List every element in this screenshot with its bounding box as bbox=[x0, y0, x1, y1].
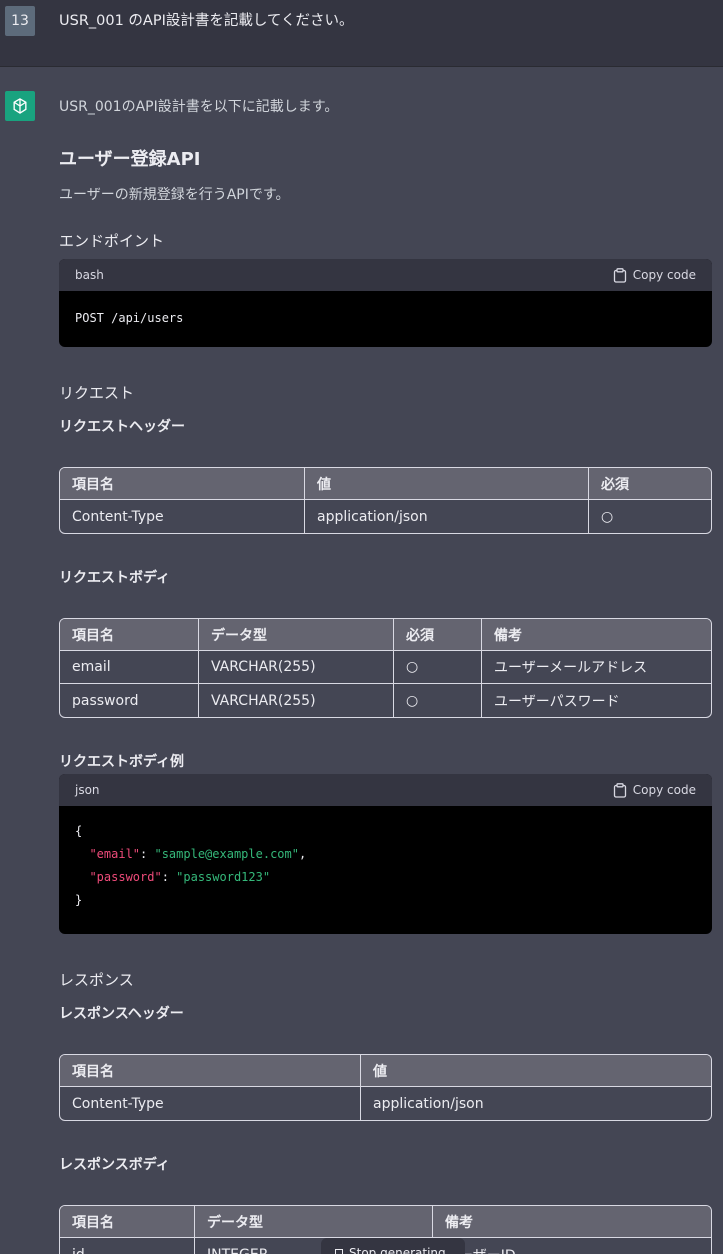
request-headers-heading: リクエストヘッダー bbox=[59, 419, 185, 435]
user-message-text: USR_001 のAPI設計書を記載してください。 bbox=[59, 13, 354, 29]
table-cell: VARCHAR(255) bbox=[199, 651, 394, 684]
stop-generating-label: Stop generating bbox=[349, 1246, 446, 1254]
copy-code-button[interactable]: Copy code bbox=[613, 782, 696, 798]
table-header-row: 項目名 データ型 必須 備考 bbox=[60, 619, 711, 651]
endpoint-heading: エンドポイント bbox=[59, 232, 165, 250]
table-cell: application/json bbox=[373, 1095, 484, 1112]
response-heading: レスポンス bbox=[59, 971, 134, 989]
response-intro: USR_001のAPI設計書を以下に記載します。 bbox=[59, 99, 339, 115]
table-header-cell: 値 bbox=[305, 468, 589, 500]
user-avatar: 13 bbox=[5, 6, 35, 36]
endpoint-code-block: bash Copy code POST /api/users bbox=[59, 259, 712, 347]
table-header-cell: 項目名 bbox=[60, 619, 199, 651]
table-header-cell: 項目名 bbox=[60, 468, 305, 500]
json-key: "password" bbox=[89, 870, 162, 884]
table-cell: password bbox=[60, 684, 199, 717]
clipboard-icon bbox=[613, 782, 626, 798]
table-row: Content-Type application/json bbox=[60, 1087, 711, 1120]
json-key: "email" bbox=[89, 847, 141, 861]
copy-code-label: Copy code bbox=[632, 268, 696, 282]
table-cell: application/json bbox=[305, 500, 589, 533]
request-body-example-heading: リクエストボディ例 bbox=[59, 754, 185, 770]
table-header-row: 項目名 値 bbox=[60, 1055, 711, 1087]
table-header-cell: 備考 bbox=[433, 1206, 711, 1238]
table-header-cell: 必須 bbox=[394, 619, 482, 651]
code-block-header: bash Copy code bbox=[59, 259, 712, 291]
api-title: ユーザー登録API bbox=[59, 149, 201, 170]
stop-icon bbox=[335, 1249, 343, 1254]
table-cell: id bbox=[60, 1238, 195, 1254]
response-headers-table: 項目名 値 Content-Type application/json bbox=[59, 1054, 712, 1121]
code-language-label: json bbox=[75, 783, 100, 797]
table-row: Content-Type application/json ○ bbox=[60, 500, 711, 533]
request-body-heading: リクエストボディ bbox=[59, 570, 171, 586]
table-cell: ユーザーメールアドレス bbox=[482, 651, 711, 684]
copy-code-button[interactable]: Copy code bbox=[613, 267, 696, 283]
response-headers-heading: レスポンスヘッダー bbox=[59, 1006, 184, 1022]
api-description: ユーザーの新規登録を行うAPIです。 bbox=[59, 187, 290, 203]
table-cell: ユーザーID bbox=[433, 1238, 711, 1254]
table-cell: email bbox=[60, 651, 199, 684]
stop-generating-button[interactable]: Stop generating bbox=[321, 1238, 465, 1254]
table-header-row: 項目名 データ型 備考 bbox=[60, 1206, 711, 1238]
table-cell: ユーザーパスワード bbox=[494, 693, 620, 710]
json-code-block: json Copy code { "email": "sample@exampl… bbox=[59, 774, 712, 934]
user-message-row: 13 USR_001 のAPI設計書を記載してください。 bbox=[0, 0, 723, 67]
table-header-cell: データ型 bbox=[199, 619, 394, 651]
copy-code-label: Copy code bbox=[632, 783, 696, 797]
clipboard-icon bbox=[613, 267, 626, 283]
json-string: "sample@example.com" bbox=[154, 847, 299, 861]
response-body-heading: レスポンスボディ bbox=[59, 1157, 170, 1173]
openai-logo-icon bbox=[5, 91, 35, 121]
table-header-cell: 値 bbox=[361, 1055, 711, 1087]
code-token: } bbox=[75, 893, 83, 907]
code-language-label: bash bbox=[75, 268, 104, 282]
json-string: "password123" bbox=[176, 870, 271, 884]
table-header-cell: 必須 bbox=[589, 468, 711, 500]
code-block-header: json Copy code bbox=[59, 774, 712, 806]
table-cell: ○ bbox=[394, 651, 482, 684]
table-cell: VARCHAR(255) bbox=[199, 684, 394, 717]
table-header-cell: データ型 bbox=[195, 1206, 433, 1238]
table-cell: Content-Type bbox=[60, 1087, 361, 1120]
request-body-table: 項目名 データ型 必須 備考 email VARCHAR(255) ○ ユーザー… bbox=[59, 618, 712, 718]
table-header-row: 項目名 値 必須 bbox=[60, 468, 711, 500]
table-header-cell: 項目名 bbox=[60, 1055, 361, 1087]
code-token: { bbox=[75, 824, 83, 838]
table-header-cell: 備考 bbox=[482, 619, 711, 651]
table-cell: Content-Type bbox=[60, 500, 305, 533]
table-header-cell: 項目名 bbox=[60, 1206, 195, 1238]
table-cell: ○ bbox=[394, 684, 482, 717]
table-cell: ○ bbox=[601, 508, 614, 525]
json-code: { "email": "sample@example.com", "passwo… bbox=[75, 824, 307, 907]
request-headers-table: 項目名 値 必須 Content-Type application/json ○ bbox=[59, 467, 712, 534]
table-row: password VARCHAR(255) ○ ユーザーパスワード bbox=[60, 684, 711, 717]
table-row: email VARCHAR(255) ○ ユーザーメールアドレス bbox=[60, 651, 711, 684]
endpoint-code: POST /api/users bbox=[75, 311, 184, 325]
request-heading: リクエスト bbox=[59, 384, 135, 402]
